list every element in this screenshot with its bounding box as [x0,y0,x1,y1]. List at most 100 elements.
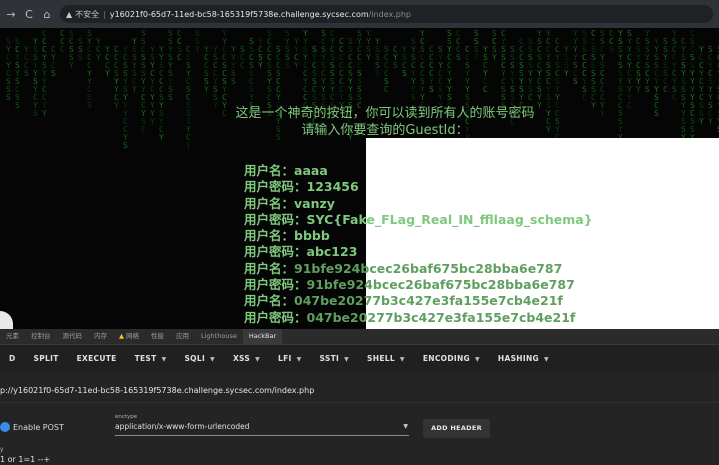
credential-label: 用户密码： [244,277,307,293]
enable-post-label[interactable]: Enable POST [13,423,64,432]
matrix-glyph: C [384,85,389,94]
devtools-tab[interactable]: 内存 [88,329,113,344]
security-status[interactable]: 不安全 [75,9,99,20]
devtools-tab-label: 元素 [6,332,19,340]
hackbar-button-test[interactable]: TEST ▼ [126,354,176,363]
hackbar-button-label: D [9,353,16,363]
hackbar-button-label: XSS [232,353,251,363]
devtools-tab-label: 内存 [94,332,107,340]
hackbar-button-label: TEST [134,353,157,363]
matrix-glyph: Y [195,45,200,54]
home-icon[interactable]: ⌂ [40,8,54,21]
credential-row: 用户密码：91bfe924bcec26baf675bc28bba6e787 [244,277,593,293]
hackbar-button-label: ENCODING [422,353,470,363]
chevron-down-icon: ▼ [399,355,405,363]
devtools-tab[interactable]: 源代码 [57,329,89,344]
devtools-tab[interactable]: 元素 [0,329,25,344]
hackbar-button-hashing[interactable]: HASHING ▼ [489,354,558,363]
matrix-glyph: Y [366,53,371,62]
browser-toolbar: → C ⌂ ▲ 不安全 | y16021f0-65d7-11ed-bc58-16… [0,0,719,29]
hackbar-button-d[interactable]: D [0,354,25,363]
matrix-glyph: Y [492,53,497,62]
matrix-glyph: S [393,61,398,70]
devtools-tab[interactable]: ▲ 网络 [113,329,145,344]
devtools-tab-label: 网络 [126,332,139,340]
matrix-glyph: S [456,53,461,62]
matrix-glyph: Y [294,61,299,70]
matrix-glyph: C [474,53,479,62]
matrix-glyph: Y [564,69,569,78]
hackbar-button-split[interactable]: SPLIT [25,354,68,363]
forward-icon[interactable]: → [4,8,18,21]
matrix-glyph: S [168,93,173,102]
matrix-glyph: S [123,141,128,150]
matrix-glyph: S [231,77,236,86]
credential-label: 用户密码： [244,309,307,325]
hackbar-button-ssti[interactable]: SSTI ▼ [311,354,359,363]
credential-label: 用户密码： [244,244,307,260]
guest-id-prompt: 请输入你要查询的GuestId： [301,123,469,138]
dropdown-arrow-icon[interactable]: ▼ [403,423,408,430]
enctype-select[interactable]: application/x-www-form-urlencoded ▼ [115,422,409,436]
credential-row: 用户密码：047be20277b3c427e3fa155e7cb4e21f [244,310,593,326]
reload-icon[interactable]: C [22,8,36,21]
credential-row: 用户名：047be20277b3c427e3fa155e7cb4e21f [244,293,593,309]
matrix-glyph: Y [186,141,191,150]
devtools-tab-label: 性能 [151,332,164,340]
devtools-tab-label: HackBar [248,332,277,340]
chevron-down-icon: ▼ [296,355,302,363]
chevron-down-icon: ▼ [161,355,167,363]
chevron-down-icon: ▼ [255,355,261,363]
devtools-tab-label: 源代码 [62,332,83,340]
post-body-field[interactable]: 1 or 1=1 --+ [0,455,50,464]
matrix-glyph: S [51,69,56,78]
page-content: SYCYCSSSSCYSYSCSSYCCSYSSYYSYCYSCCCYSYYCC… [0,28,719,329]
devtools-tab-label: 控制台 [31,332,51,340]
devtools-tab[interactable]: Lighthouse [195,329,243,344]
add-header-button[interactable]: ADD HEADER [423,419,490,438]
devtools-tab[interactable]: 性能 [145,329,170,344]
devtools-tab[interactable]: 控制台 [25,329,57,344]
credential-value: 123456 [306,179,359,195]
matrix-glyph: C [240,61,245,70]
credential-row: 用户名：aaaa [244,163,593,179]
hackbar-button-label: HASHING [497,353,539,363]
credential-row: 用户名：91bfe924bcec26baf675bc28bba6e787 [244,261,593,277]
matrix-glyph: C [663,85,668,94]
matrix-glyph: S [285,61,290,70]
matrix-glyph: S [24,69,29,78]
hackbar-toolbar: D SPLIT EXECUTE TEST ▼ SQLI ▼ XSS ▼ LFI ▼ SSTI ▼ SHEL… [0,345,719,371]
warning-triangle-icon[interactable]: ▲ [66,10,72,19]
devtools-tab[interactable]: 应用 [170,329,195,344]
devtools-tab[interactable]: HackBar [242,329,283,344]
hackbar-button-sqli[interactable]: SQLI ▼ [175,354,223,363]
credential-value: vanzy [294,195,335,211]
matrix-glyph: C [672,93,677,102]
matrix-glyph: S [645,85,650,94]
credential-label: 用户名： [244,293,295,309]
hackbar-button-label: SPLIT [33,353,59,363]
hackbar-button-shell[interactable]: SHELL ▼ [358,354,414,363]
credential-label: 用户名： [244,260,295,276]
address-bar[interactable]: ▲ 不安全 | y16021f0-65d7-11ed-bc58-165319f5… [60,5,713,23]
credential-row: 用户名：bbbb [244,228,593,244]
matrix-glyph: C [582,93,587,102]
matrix-glyph: Y [132,85,137,94]
hackbar-button-label: LFI [278,353,292,363]
matrix-glyph: S [429,85,434,94]
hackbar-button-lfi[interactable]: LFI ▼ [269,354,311,363]
devtools-tabs: 元素 控制台 源代码 内存 ▲ 网络 性能 应用 Lighthouse HackBar [0,329,719,345]
matrix-glyph: C [177,53,182,62]
hackbar-button-execute[interactable]: EXECUTE [68,354,126,363]
hackbar-url-field[interactable]: p://y16021f0-65d7-11ed-bc58-165319f5738e… [0,380,719,403]
chevron-down-icon: ▼ [474,355,480,363]
enable-post-toggle[interactable] [0,422,10,432]
matrix-glyph: S [402,69,407,78]
hackbar-button-xss[interactable]: XSS ▼ [224,354,269,363]
matrix-glyph: Y [636,85,641,94]
credential-value: 047be20277b3c427e3fa155e7cb4e21f [294,293,563,309]
credential-row: 用户密码：SYC{Fake_FLag_Real_IN_ffllaag_schem… [244,212,593,228]
body-field-label: y [0,446,4,453]
matrix-glyph: Y [69,61,74,70]
hackbar-button-encoding[interactable]: ENCODING ▼ [414,354,489,363]
